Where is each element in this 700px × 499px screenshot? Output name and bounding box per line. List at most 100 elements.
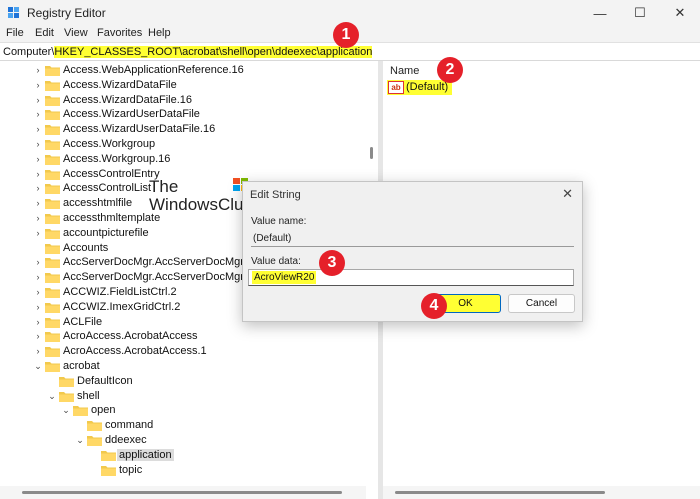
tree-item-label: AcroAccess.AcrobatAccess.1 [63, 345, 207, 358]
menu-edit[interactable]: Edit [35, 27, 54, 39]
tree-item-label: accesshtmlfile [63, 197, 133, 210]
tree-item[interactable]: › Access.WizardDataFile [0, 78, 360, 93]
chevron-right-icon[interactable]: › [33, 80, 43, 90]
folder-icon [45, 302, 60, 313]
chevron-right-icon[interactable]: › [33, 257, 43, 267]
menu-help[interactable]: Help [148, 27, 171, 39]
step-marker-2: 2 [437, 57, 463, 83]
tree-item-label: open [91, 404, 116, 417]
tree-item-label: Access.Workgroup [63, 138, 156, 150]
tree-item[interactable]: › Access.Workgroup [0, 137, 360, 152]
value-name: (Default) [406, 81, 449, 93]
registry-editor-icon [8, 7, 19, 18]
tree-item-label: topic [119, 463, 143, 476]
chevron-right-icon[interactable]: › [33, 317, 43, 327]
folder-icon [45, 199, 60, 210]
address-path[interactable]: Computer\HKEY_CLASSES_ROOT\acrobat\shell… [3, 46, 373, 58]
tree-item-label: ACCWIZ.FieldListCtrl.2 [63, 286, 177, 298]
tree-horizontal-scrollbar[interactable] [0, 486, 366, 499]
chevron-right-icon[interactable]: › [33, 331, 43, 341]
chevron-right-icon[interactable]: › [33, 65, 43, 75]
tree-scroll-thumb[interactable] [370, 147, 373, 159]
menu-favorites[interactable]: Favorites [97, 27, 142, 39]
tree-item[interactable]: DefaultIcon [0, 374, 360, 389]
folder-icon [45, 110, 60, 121]
tree-item[interactable]: › Access.WizardUserDataFile [0, 107, 360, 122]
chevron-right-icon[interactable]: › [33, 169, 43, 179]
minimize-button[interactable]: — [580, 0, 620, 26]
folder-icon [45, 258, 60, 269]
chevron-right-icon[interactable]: › [33, 95, 43, 105]
tree-item[interactable]: › Access.Workgroup.16 [0, 152, 360, 167]
tree-item-label: AccessControlList [63, 182, 152, 195]
tree-item-label: Access.WizardUserDataFile [63, 108, 200, 121]
address-key-path: HKEY_CLASSES_ROOT\acrobat\shell\open\dde… [54, 46, 373, 58]
chevron-right-icon[interactable]: › [33, 154, 43, 164]
chevron-right-icon[interactable]: › [33, 124, 43, 134]
step-marker-3: 3 [319, 250, 345, 276]
menu-view[interactable]: View [64, 27, 88, 39]
values-horizontal-scrollbar[interactable] [383, 486, 700, 499]
tree-hscroll-thumb[interactable] [22, 491, 342, 494]
tree-item-label: ACCWIZ.ImexGridCtrl.2 [63, 300, 181, 313]
tree-item-label: DefaultIcon [77, 374, 133, 387]
tree-item[interactable]: ⌄ ddeexec [0, 433, 360, 448]
tree-item-label: AccServerDocMgr.AccServerDocMgr [63, 256, 244, 269]
chevron-right-icon[interactable]: › [33, 302, 43, 312]
maximize-button[interactable]: ☐ [620, 0, 660, 26]
chevron-down-icon[interactable]: ⌄ [33, 361, 43, 372]
name-column-header[interactable]: Name [390, 65, 419, 77]
tree-item[interactable]: › AcroAccess.AcrobatAccess.1 [0, 344, 360, 359]
folder-icon [45, 332, 60, 343]
chevron-right-icon[interactable]: › [33, 346, 43, 356]
tree-item[interactable]: ⌄ acrobat [0, 359, 360, 374]
folder-icon [45, 214, 60, 224]
folder-icon [45, 317, 60, 328]
dialog-close-icon[interactable]: ✕ [562, 186, 573, 202]
tree-item-label: accountpicturefile [63, 226, 149, 239]
folder-icon [45, 273, 60, 284]
tree-item-label: accessthmltemplate [63, 212, 161, 224]
chevron-right-icon[interactable]: › [33, 213, 43, 223]
chevron-right-icon[interactable]: › [33, 198, 43, 208]
step-marker-4: 4 [421, 293, 447, 319]
tree-item[interactable]: command [0, 418, 360, 433]
step-marker-1: 1 [333, 22, 359, 48]
value-row-default[interactable]: ab (Default) [387, 80, 453, 95]
tree-item-label: AccServerDocMgr.AccServerDocMgr.1 [63, 271, 253, 284]
close-button[interactable]: ✕ [660, 0, 700, 26]
value-data-label: Value data: [251, 256, 301, 267]
cancel-button[interactable]: Cancel [508, 294, 575, 313]
value-data-text: AcroViewR20 [252, 271, 317, 284]
chevron-right-icon[interactable]: › [33, 109, 43, 119]
tree-item-label: Access.WizardDataFile.16 [63, 93, 192, 106]
chevron-right-icon[interactable]: › [33, 228, 43, 238]
chevron-right-icon[interactable]: › [33, 287, 43, 297]
chevron-right-icon[interactable]: › [33, 183, 43, 193]
folder-icon [101, 465, 116, 476]
menu-file[interactable]: File [6, 27, 24, 39]
chevron-down-icon[interactable]: ⌄ [47, 391, 57, 402]
folder-icon [45, 66, 60, 76]
folder-icon [73, 406, 88, 417]
tree-item[interactable]: ⌄ shell [0, 389, 360, 404]
folder-icon [59, 376, 74, 387]
tree-item-label: AccessControlEntry [63, 167, 160, 180]
chevron-down-icon[interactable]: ⌄ [75, 435, 85, 446]
value-data-input[interactable]: AcroViewR20 [248, 269, 574, 286]
chevron-right-icon[interactable]: › [33, 272, 43, 282]
folder-icon [45, 243, 60, 254]
values-hscroll-thumb[interactable] [395, 491, 605, 494]
tree-item[interactable]: application [0, 448, 360, 463]
chevron-down-icon[interactable]: ⌄ [61, 405, 71, 416]
tree-item[interactable]: ⌄ open [0, 403, 360, 418]
tree-item[interactable]: › AcroAccess.AcrobatAccess [0, 329, 360, 344]
address-prefix: Computer\ [3, 46, 55, 58]
tree-item[interactable]: › Access.WizardUserDataFile.16 [0, 122, 360, 137]
edit-string-dialog: Edit String ✕ Value name: (Default) Valu… [242, 181, 583, 322]
tree-item[interactable]: topic [0, 463, 360, 478]
chevron-right-icon[interactable]: › [33, 139, 43, 149]
folder-icon [45, 362, 60, 372]
tree-item[interactable]: › Access.WizardDataFile.16 [0, 93, 360, 108]
tree-item[interactable]: › Access.WebApplicationReference.16 [0, 63, 360, 78]
